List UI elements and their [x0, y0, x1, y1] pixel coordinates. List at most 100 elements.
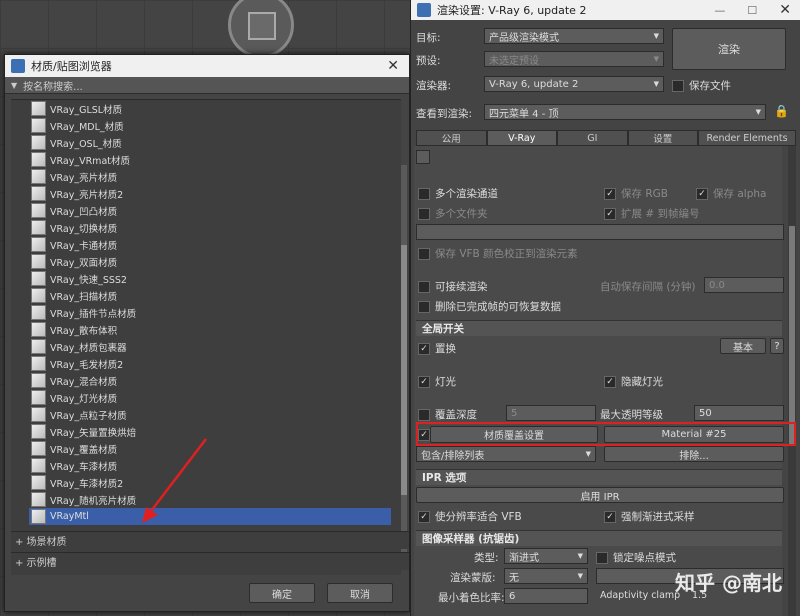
transp-spinner[interactable]: 50 — [694, 405, 784, 421]
delete-frames-checkbox[interactable]: 删除已完成帧的可恢复数据 — [418, 299, 561, 314]
group-sample-slots[interactable]: + 示例槽 — [11, 552, 409, 570]
close-icon[interactable]: ✕ — [383, 58, 403, 74]
list-item-label: VRay_亮片材质 — [50, 172, 118, 184]
target-label: 目标: — [416, 32, 441, 44]
chevron-down-icon: ▼ — [653, 55, 659, 63]
fit-vfb-checkbox[interactable]: ✓ 使分辨率适合 VFB — [418, 509, 522, 524]
min-shade-spinner[interactable]: 6 — [504, 588, 588, 604]
autosave-label: 自动保存间隔 (分钟) — [600, 281, 696, 293]
target-dropdown[interactable]: 产品级渲染模式 ▼ — [484, 28, 664, 44]
lock-noise-checkbox[interactable]: 锁定噪点模式 — [596, 550, 676, 565]
list-item[interactable]: VRay_扫描材质 — [31, 287, 391, 304]
multi-files-checkbox[interactable]: 多个文件夹 — [418, 206, 488, 221]
view-dropdown[interactable]: 四元菜单 4 - 顶 ▼ — [484, 104, 766, 120]
renderer-label: 渲染器: — [416, 80, 452, 92]
search-input[interactable]: 按名称搜索... — [23, 78, 83, 93]
list-item[interactable]: VRay_散布体积 — [31, 321, 391, 338]
multi-channel-checkbox[interactable]: 多个渲染通道 — [418, 186, 498, 201]
lights-checkbox[interactable]: ✓ 灯光 — [418, 374, 456, 389]
cancel-button[interactable]: 取消 — [327, 583, 393, 603]
include-list-value: 包含/排除列表 — [421, 450, 485, 462]
autosave-spinner[interactable]: 0.0 — [704, 277, 784, 293]
mask-dropdown[interactable]: 无 ▼ — [504, 568, 588, 584]
list-item[interactable]: VRay_亮片材质2 — [31, 185, 391, 202]
scrollbar[interactable] — [401, 165, 407, 565]
exclude-button[interactable]: 排除... — [604, 446, 784, 462]
triangle-down-icon[interactable]: ▼ — [11, 81, 17, 90]
ok-button[interactable]: 确定 — [249, 583, 315, 603]
lock-icon[interactable]: 🔒 — [774, 104, 789, 118]
list-item[interactable]: VRay_材质包裹器 — [31, 338, 391, 355]
list-item-label: VRay_车漆材质2 — [50, 478, 124, 490]
list-item[interactable]: VRay_混合材质 — [31, 372, 391, 389]
path-field[interactable] — [416, 224, 784, 240]
displacement-checkbox[interactable]: ✓ 置换 — [418, 341, 456, 356]
list-item[interactable]: VRay_点粒子材质 — [31, 406, 391, 423]
hidden-lights-checkbox[interactable]: ✓ 隐藏灯光 — [604, 374, 663, 389]
scroll-thumb[interactable] — [789, 226, 795, 446]
depth-spinner[interactable]: 5 — [506, 405, 596, 421]
renderer-dropdown[interactable]: V-Ray 6, update 2 ▼ — [484, 76, 664, 92]
swatch-field[interactable] — [416, 150, 430, 164]
save-rgb-checkbox[interactable]: ✓ 保存 RGB — [604, 186, 668, 201]
list-item[interactable]: VRay_双面材质 — [31, 253, 391, 270]
global-switches-header[interactable]: 全局开关 — [416, 320, 782, 336]
group-scene-materials[interactable]: + 场景材质 — [11, 531, 409, 549]
preset-dropdown[interactable]: 未选定预设 ▼ — [484, 51, 664, 67]
tab-common[interactable]: 公用 — [416, 130, 487, 146]
list-item[interactable]: VRay_毛发材质2 — [31, 355, 391, 372]
mask-value: 无 — [509, 572, 519, 584]
tab-settings[interactable]: 设置 — [627, 130, 699, 146]
list-item[interactable]: VRay_切换材质 — [31, 219, 391, 236]
scroll-thumb[interactable] — [401, 245, 407, 495]
start-ipr-button[interactable]: 启用 IPR — [416, 487, 784, 503]
list-item-label: VRay_GLSL材质 — [50, 104, 123, 116]
material-swatch-icon — [31, 424, 46, 439]
list-item[interactable]: VRay_凹凸材质 — [31, 202, 391, 219]
list-item-label: VRay_MDL_材质 — [50, 121, 124, 133]
basic-button[interactable]: 基本 — [720, 338, 766, 354]
extend-frames-checkbox[interactable]: ✓ 扩展 # 到帧编号 — [604, 206, 699, 221]
minimize-icon[interactable]: — — [710, 4, 729, 17]
save-alpha-checkbox[interactable]: ✓ 保存 alpha — [696, 186, 766, 201]
search-bar[interactable]: ▼ 按名称搜索... — [5, 77, 409, 94]
list-item[interactable]: VRay_MDL_材质 — [31, 117, 391, 134]
render-title: 渲染设置: V-Ray 6, update 2 — [437, 4, 587, 17]
override-depth-checkbox[interactable]: 覆盖深度 — [418, 407, 477, 422]
help-button[interactable]: ? — [770, 338, 784, 354]
tab-vray[interactable]: V-Ray — [486, 130, 558, 146]
tab-render-elements[interactable]: Render Elements — [698, 130, 796, 146]
hidden-lights-label: 隐藏灯光 — [621, 376, 663, 388]
maximize-icon[interactable]: ☐ — [743, 4, 761, 17]
material-swatch-icon — [31, 509, 46, 524]
list-item[interactable]: VRay_灯光材质 — [31, 389, 391, 406]
renderer-value: V-Ray 6, update 2 — [489, 78, 579, 90]
render-button[interactable]: 渲染 — [672, 28, 786, 70]
panel-scrollbar[interactable] — [788, 146, 796, 616]
list-item[interactable]: VRay_快速_SSS2 — [31, 270, 391, 287]
sampler-header[interactable]: 图像采样器 (抗锯齿) — [416, 530, 782, 546]
type-dropdown[interactable]: 渐进式 ▼ — [504, 548, 588, 564]
list-item[interactable]: VRay_VRmat材质 — [31, 151, 391, 168]
list-item[interactable]: VRay_GLSL材质 — [31, 100, 391, 117]
material-swatch-icon — [31, 152, 46, 167]
list-item[interactable]: VRay_插件节点材质 — [31, 304, 391, 321]
list-item-label: VRay_插件节点材质 — [50, 308, 137, 320]
save-file-checkbox[interactable]: 保存文件 — [672, 78, 731, 93]
material-browser-window: 材质/贴图浏览器 ✕ ▼ 按名称搜索... VRay_GLSL材质 VRay_MD… — [4, 54, 410, 612]
close-icon[interactable]: ✕ — [775, 2, 795, 18]
resumable-label: 可接续渲染 — [435, 281, 488, 293]
list-item[interactable]: VRay_OSL_材质 — [31, 134, 391, 151]
force-prog-checkbox[interactable]: ✓ 强制渐进式采样 — [604, 509, 695, 524]
material-swatch-icon — [31, 220, 46, 235]
ipr-options-header[interactable]: IPR 选项 — [416, 469, 782, 485]
viewcube-icon[interactable] — [228, 0, 294, 58]
list-item[interactable]: VRay_卡通材质 — [31, 236, 391, 253]
resumable-checkbox[interactable]: 可接续渲染 — [418, 279, 488, 294]
include-list-dropdown[interactable]: 包含/排除列表 ▼ — [416, 446, 596, 462]
tab-gi[interactable]: GI — [557, 130, 628, 146]
delete-frames-label: 删除已完成帧的可恢复数据 — [435, 301, 561, 313]
save-vfb-checkbox[interactable]: 保存 VFB 颜色校正到渲染元素 — [418, 246, 578, 261]
list-item[interactable]: VRay_亮片材质 — [31, 168, 391, 185]
checkbox[interactable] — [672, 79, 684, 92]
